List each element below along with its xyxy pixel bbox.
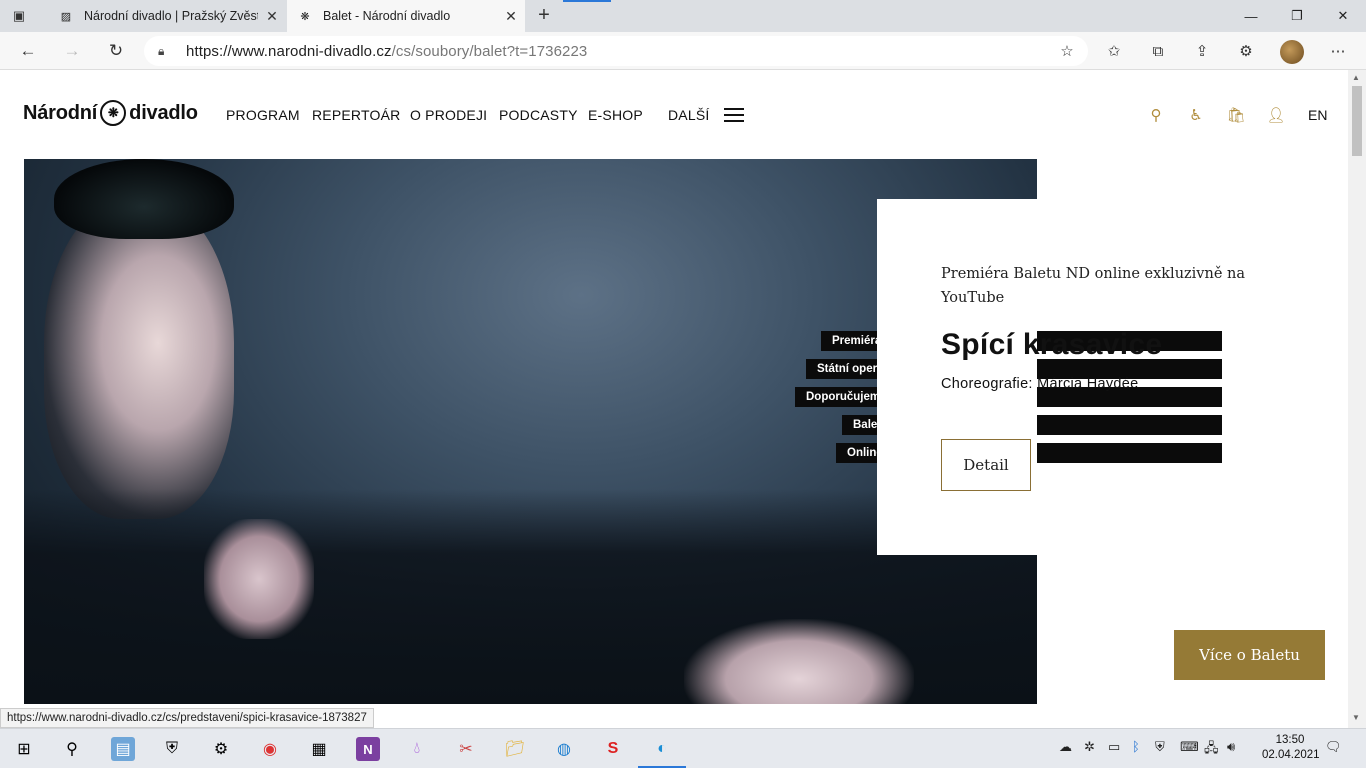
page-favicon-icon: ❋: [300, 10, 310, 23]
restore-icon[interactable]: ❐: [1274, 0, 1320, 32]
extensions-icon[interactable]: ⚙: [1235, 40, 1257, 62]
logo-text-right: divadlo: [129, 101, 198, 124]
search-icon[interactable]: ⚲: [1147, 106, 1165, 124]
scroll-down-icon[interactable]: ▼: [1352, 713, 1360, 722]
hero-title[interactable]: Spící krasavice: [941, 328, 1261, 362]
forward-icon[interactable]: →: [60, 40, 84, 62]
page-favicon-icon: ▨: [60, 10, 72, 23]
tab-inactive[interactable]: ▨ Národní divadlo | Pražský Zvěstn ✕: [48, 0, 286, 32]
chrome-icon[interactable]: ◉: [258, 737, 282, 761]
file-explorer-icon[interactable]: 📁︎: [503, 737, 527, 761]
address-bar-row: ← → ↻ 🔒︎ https://www.narodni-divadlo.cz/…: [0, 32, 1366, 70]
site-logo[interactable]: Národní ❋ divadlo: [23, 100, 198, 126]
start-icon[interactable]: ⊞: [12, 737, 36, 761]
nav-o-prodeji[interactable]: O PRODEJI: [410, 107, 487, 123]
taskbar-clock[interactable]: 13:50 02.04.2021: [1262, 733, 1320, 763]
url-field[interactable]: 🔒︎ https://www.narodni-divadlo.cz/cs/sou…: [144, 36, 1088, 66]
onenote-icon[interactable]: N: [356, 737, 380, 761]
close-tab-icon[interactable]: ✕: [258, 8, 286, 25]
loading-indicator: [563, 0, 611, 2]
security-icon[interactable]: ⛨: [1155, 739, 1165, 755]
hero-subtitle: Premiéra Baletu ND online exkluzivně na …: [941, 266, 1246, 306]
store-icon[interactable]: ▦: [307, 737, 331, 761]
nav-podcasty[interactable]: PODCASTY: [499, 107, 578, 123]
detail-button[interactable]: Detail: [941, 439, 1031, 491]
nav-e-shop[interactable]: E-SHOP: [588, 107, 643, 123]
dancer-hand-left: [204, 519, 314, 639]
tab-actions-icon[interactable]: ▣: [10, 7, 28, 25]
app-icon-3[interactable]: S: [601, 737, 625, 761]
clock-date: 02.04.2021: [1262, 749, 1320, 761]
status-link-preview: https://www.narodni-divadlo.cz/cs/predst…: [0, 708, 374, 728]
clock-time: 13:50: [1275, 734, 1305, 746]
basket-icon[interactable]: 🛍︎: [1226, 106, 1245, 124]
favorites-icon[interactable]: ✩: [1103, 40, 1125, 62]
dancer-hand-right: [684, 619, 914, 704]
edge-icon[interactable]: ◐: [650, 737, 674, 761]
onedrive-icon[interactable]: ☁: [1059, 739, 1072, 755]
hero-choreography: Choreografie: Márcia Haydée: [941, 376, 1139, 392]
hero-card: Premiéra Baletu ND online exkluzivně na …: [941, 262, 1261, 392]
more-about-ballet-button[interactable]: Více o Baletu: [1174, 630, 1325, 680]
headdress: [54, 159, 234, 239]
minimize-icon[interactable]: —: [1228, 0, 1274, 32]
network-icon[interactable]: 🖧︎: [1204, 739, 1219, 761]
refresh-icon[interactable]: ↻: [104, 40, 128, 62]
scrollbar-thumb[interactable]: [1352, 86, 1362, 156]
notifications-icon[interactable]: 🗨︎: [1325, 739, 1342, 755]
scroll-up-icon[interactable]: ▲: [1352, 73, 1360, 82]
tab-title: Balet - Národní divadlo: [323, 9, 451, 23]
volume-icon[interactable]: 🔊︎: [1227, 739, 1235, 755]
shield-icon[interactable]: ⛨: [160, 737, 184, 761]
bluetooth-icon[interactable]: ᛒ: [1132, 739, 1140, 754]
snipping-icon[interactable]: ✂: [454, 737, 478, 761]
app-icon-1[interactable]: ▤: [111, 737, 135, 761]
tab-active[interactable]: ❋ Balet - Národní divadlo ✕: [287, 0, 525, 32]
paint-icon[interactable]: 💧︎: [405, 737, 429, 761]
tray-app-icon[interactable]: ✲: [1084, 739, 1095, 755]
hamburger-menu-icon[interactable]: [724, 108, 744, 122]
user-icon[interactable]: 👤︎: [1266, 106, 1285, 124]
profile-avatar[interactable]: [1280, 40, 1304, 64]
close-window-icon[interactable]: ✕: [1320, 0, 1366, 32]
browser-tab-strip: ▣ ▨ Národní divadlo | Pražský Zvěstn ✕ ❋…: [0, 0, 1366, 32]
language-switch[interactable]: EN: [1308, 107, 1327, 123]
more-icon[interactable]: ⋯: [1327, 40, 1349, 62]
input-icon[interactable]: ⌨: [1180, 739, 1199, 755]
site-header: Národní ❋ divadlo PROGRAM REPERTOÁR O PR…: [0, 70, 1348, 158]
lion-emblem-icon: ❋: [100, 100, 127, 126]
url-text: https://www.narodni-divadlo.cz/cs/soubor…: [186, 42, 588, 60]
search-taskbar-icon[interactable]: ⚲: [60, 737, 84, 761]
display-icon[interactable]: ▭: [1108, 739, 1120, 755]
back-icon[interactable]: ←: [16, 40, 40, 62]
logo-text-left: Národní: [23, 101, 98, 124]
accessibility-icon[interactable]: ♿︎: [1187, 106, 1205, 124]
nav-dalsi[interactable]: DALŠÍ: [668, 107, 709, 123]
close-tab-icon[interactable]: ✕: [497, 8, 525, 25]
app-icon-2[interactable]: ◍: [552, 737, 576, 761]
tab-title: Národní divadlo | Pražský Zvěstn: [84, 9, 258, 23]
settings-icon[interactable]: ⚙: [209, 737, 233, 761]
share-icon[interactable]: ⇪: [1191, 40, 1213, 62]
nav-program[interactable]: PROGRAM: [226, 107, 300, 123]
collections-icon[interactable]: ⧉: [1147, 40, 1169, 62]
lock-icon[interactable]: 🔒︎: [158, 44, 172, 59]
new-tab-button[interactable]: +: [533, 4, 555, 26]
dancer-figure: [44, 199, 234, 519]
add-favorite-icon[interactable]: ☆: [1056, 40, 1078, 62]
nav-repertoar[interactable]: REPERTOÁR: [312, 107, 400, 123]
page-scrollbar[interactable]: [1348, 70, 1366, 728]
